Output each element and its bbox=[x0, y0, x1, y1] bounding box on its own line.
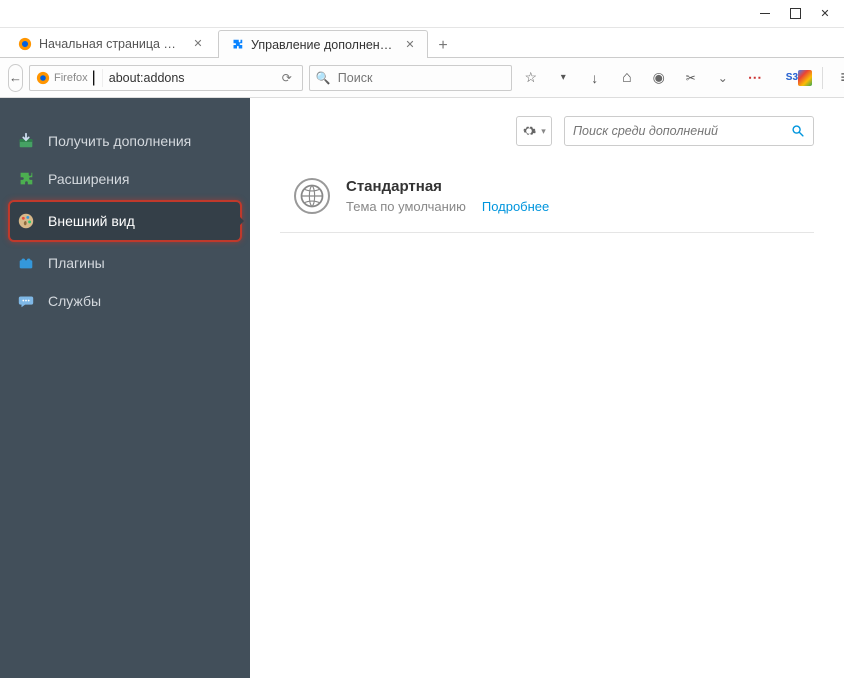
sidebar-item-label: Получить дополнения bbox=[48, 133, 191, 149]
firefox-icon bbox=[17, 36, 33, 52]
search-input[interactable] bbox=[332, 71, 505, 85]
addons-search-bar[interactable] bbox=[564, 116, 814, 146]
sidebar-item-label: Внешний вид bbox=[48, 213, 135, 229]
window-titlebar bbox=[0, 0, 844, 28]
toolbar-divider bbox=[822, 67, 823, 89]
theme-title: Стандартная bbox=[346, 178, 549, 195]
tab-home[interactable]: Начальная страница Mo… ✕ bbox=[6, 29, 216, 57]
addons-header bbox=[280, 116, 814, 146]
window-minimize-button[interactable] bbox=[750, 4, 780, 24]
sidebar-item-label: Расширения bbox=[48, 171, 129, 187]
back-button[interactable] bbox=[8, 64, 23, 92]
chat-bubble-icon bbox=[16, 291, 36, 311]
url-input[interactable] bbox=[103, 71, 276, 85]
bookmark-star-icon[interactable] bbox=[518, 65, 544, 91]
separator: | bbox=[92, 69, 96, 87]
window-maximize-button[interactable] bbox=[780, 4, 810, 24]
pocket-icon[interactable] bbox=[710, 65, 736, 91]
sidebar-item-label: Службы bbox=[48, 293, 101, 309]
sidebar-item-appearance[interactable]: Внешний вид bbox=[10, 202, 240, 240]
nav-toolbar: Firefox | ⟳ 🔍 bbox=[0, 58, 844, 98]
overflow-icon[interactable] bbox=[742, 65, 768, 91]
sidebar-item-extensions[interactable]: Расширения bbox=[0, 160, 250, 198]
web-icon[interactable] bbox=[646, 65, 672, 91]
url-bar[interactable]: Firefox | ⟳ bbox=[29, 65, 303, 91]
reload-icon[interactable]: ⟳ bbox=[276, 71, 298, 85]
firefox-brand-icon bbox=[36, 71, 50, 85]
tab-addons[interactable]: Управление дополнения… ✕ bbox=[218, 30, 428, 58]
menu-icon[interactable] bbox=[833, 65, 844, 91]
close-icon[interactable]: ✕ bbox=[403, 38, 417, 52]
toolbar-buttons bbox=[518, 65, 844, 91]
globe-icon bbox=[294, 178, 330, 214]
theme-list-item[interactable]: Стандартная Тема по умолчанию Подробнее bbox=[280, 168, 814, 233]
lego-brick-icon bbox=[16, 253, 36, 273]
window-close-button[interactable] bbox=[810, 4, 840, 24]
tools-gear-button[interactable] bbox=[516, 116, 552, 146]
tab-label: Управление дополнения… bbox=[251, 38, 397, 52]
downloads-icon[interactable] bbox=[582, 65, 608, 91]
addons-main-panel: Стандартная Тема по умолчанию Подробнее bbox=[250, 98, 844, 678]
search-icon[interactable] bbox=[791, 124, 805, 138]
theme-more-link[interactable]: Подробнее bbox=[482, 199, 549, 214]
close-icon[interactable]: ✕ bbox=[191, 37, 205, 51]
sidebar-item-services[interactable]: Службы bbox=[0, 282, 250, 320]
sidebar-item-label: Плагины bbox=[48, 255, 105, 271]
tab-label: Начальная страница Mo… bbox=[39, 37, 185, 51]
search-bar[interactable]: 🔍 bbox=[309, 65, 512, 91]
theme-subtitle-row: Тема по умолчанию Подробнее bbox=[346, 199, 549, 214]
sidebar-item-plugins[interactable]: Плагины bbox=[0, 244, 250, 282]
gear-icon bbox=[522, 124, 536, 138]
s3-extension-icon[interactable] bbox=[786, 65, 812, 91]
paint-palette-icon bbox=[16, 211, 36, 231]
home-icon[interactable] bbox=[614, 65, 640, 91]
addons-sidebar: Получить дополнения Расширения Внешний в… bbox=[0, 98, 250, 678]
new-tab-button[interactable]: + bbox=[430, 35, 456, 57]
sidebar-item-get-addons[interactable]: Получить дополнения bbox=[0, 122, 250, 160]
identity-label: Firefox bbox=[54, 72, 88, 84]
content-area: Получить дополнения Расширения Внешний в… bbox=[0, 98, 844, 678]
addons-search-input[interactable] bbox=[573, 124, 791, 138]
download-box-icon bbox=[16, 131, 36, 151]
puzzle-icon bbox=[229, 37, 245, 53]
theme-body: Стандартная Тема по умолчанию Подробнее bbox=[346, 178, 549, 214]
bookmarks-dropdown-icon[interactable] bbox=[550, 65, 576, 91]
theme-subtitle: Тема по умолчанию bbox=[346, 199, 466, 214]
screenshot-icon[interactable] bbox=[678, 65, 704, 91]
site-identity[interactable]: Firefox | bbox=[30, 69, 103, 87]
puzzle-piece-icon bbox=[16, 169, 36, 189]
search-icon: 🔍 bbox=[316, 71, 332, 85]
tab-strip: Начальная страница Mo… ✕ Управление допо… bbox=[0, 28, 844, 58]
